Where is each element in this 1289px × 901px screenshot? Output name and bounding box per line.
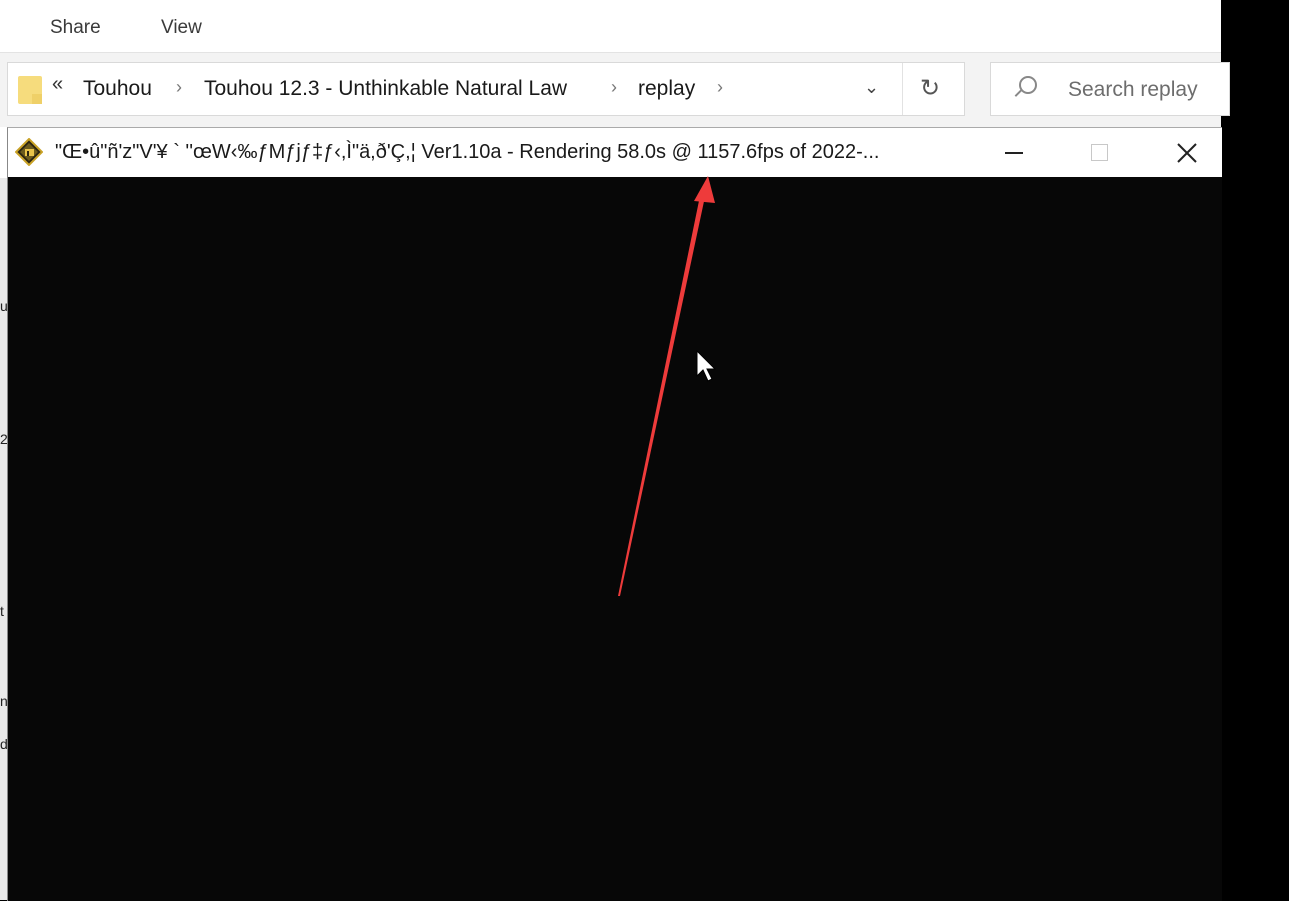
mouse-cursor-icon	[696, 350, 717, 382]
clipped-text: t	[0, 603, 4, 619]
folder-icon	[18, 76, 42, 104]
chevron-right-icon[interactable]: ›	[717, 77, 723, 98]
tab-share[interactable]: Share	[50, 17, 101, 39]
chevron-right-icon[interactable]: ›	[176, 77, 182, 98]
minimize-icon	[1004, 151, 1023, 154]
maximize-button[interactable]	[1057, 128, 1142, 177]
title-bar[interactable]: "Œ•û"ñ'z"V'¥ ` ''œW‹‰ƒMƒjƒ‡ƒ‹,Ì"ä,ð'Ç,¦ …	[8, 128, 1222, 177]
tab-view[interactable]: View	[161, 17, 202, 39]
breadcrumb-touhou[interactable]: Touhou	[83, 77, 152, 101]
chevron-right-icon[interactable]: ›	[611, 77, 617, 98]
breadcrumb-overflow-button[interactable]: «	[52, 73, 63, 96]
game-window: "Œ•û"ñ'z"V'¥ ` ''œW‹‰ƒMƒjƒ‡ƒ‹,Ì"ä,ð'Ç,¦ …	[7, 127, 1222, 901]
breadcrumb-replay[interactable]: replay	[638, 77, 695, 101]
search-placeholder: Search replay	[1068, 78, 1198, 101]
game-render-canvas[interactable]	[8, 177, 1222, 901]
touhou-app-icon	[15, 138, 43, 166]
chevron-down-icon[interactable]: ⌄	[864, 77, 879, 98]
ribbon-tabs: Share View	[0, 0, 1221, 53]
minimize-button[interactable]	[971, 128, 1056, 177]
divider	[902, 63, 903, 115]
close-button[interactable]	[1144, 128, 1229, 177]
breadcrumb-touhou-12-3[interactable]: Touhou 12.3 - Unthinkable Natural Law	[204, 77, 567, 101]
search-icon	[1019, 76, 1037, 94]
refresh-button[interactable]: ↻	[920, 74, 940, 103]
address-bar[interactable]: « Touhou › Touhou 12.3 - Unthinkable Nat…	[7, 62, 965, 116]
maximize-icon	[1091, 144, 1108, 161]
window-title: "Œ•û"ñ'z"V'¥ ` ''œW‹‰ƒMƒjƒ‡ƒ‹,Ì"ä,ð'Ç,¦ …	[55, 141, 880, 163]
navigation-bar: « Touhou › Touhou 12.3 - Unthinkable Nat…	[0, 53, 1230, 127]
search-input[interactable]: Search replay	[990, 62, 1230, 116]
close-icon	[1176, 142, 1197, 163]
